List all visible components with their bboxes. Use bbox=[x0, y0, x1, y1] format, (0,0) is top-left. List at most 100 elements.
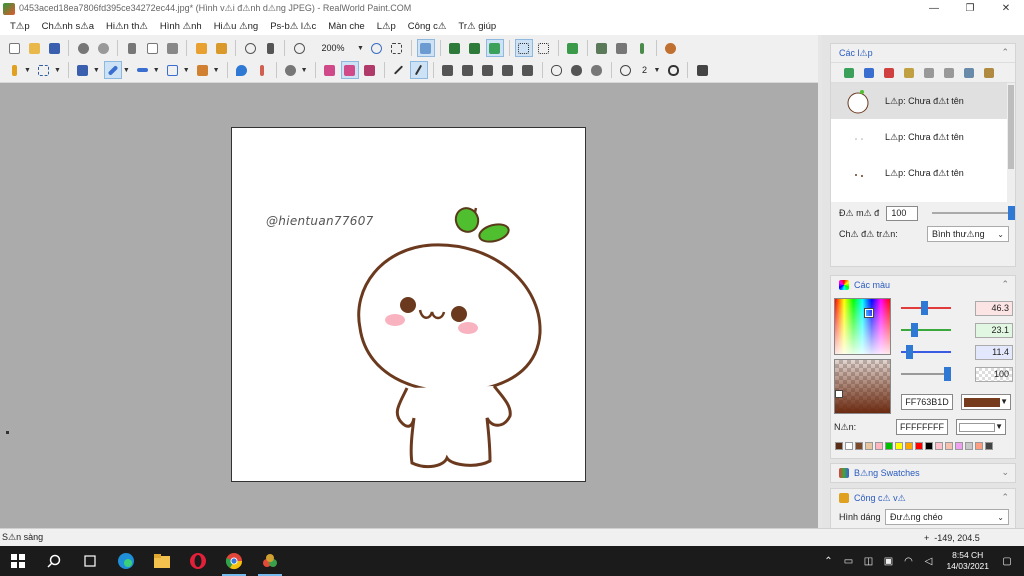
palette-swatch[interactable] bbox=[985, 442, 993, 450]
line-diagonal-icon[interactable] bbox=[390, 61, 408, 79]
volume-icon[interactable]: ◁ bbox=[921, 556, 935, 567]
chevron-up-icon[interactable]: ⌃ bbox=[821, 556, 835, 567]
fill-square-2-icon[interactable] bbox=[459, 61, 477, 79]
chevron-down-icon[interactable]: ▼ bbox=[24, 67, 31, 74]
cut-icon[interactable] bbox=[123, 39, 141, 57]
palette-swatch[interactable] bbox=[925, 442, 933, 450]
windows-start-icon[interactable] bbox=[0, 546, 36, 576]
save-icon[interactable] bbox=[45, 39, 63, 57]
polygon-tool-icon[interactable] bbox=[164, 61, 182, 79]
zoom-out-icon[interactable] bbox=[290, 39, 308, 57]
collapse-icon[interactable]: ⌃ bbox=[1001, 47, 1009, 58]
selection-marquee-icon[interactable] bbox=[535, 39, 553, 57]
channel-value[interactable]: 100 bbox=[975, 366, 1013, 382]
shape-filled-outline-icon[interactable] bbox=[588, 61, 606, 79]
menu-help[interactable]: Tr⚠ giúp bbox=[452, 21, 502, 32]
chevron-down-icon[interactable]: ▼ bbox=[93, 67, 100, 74]
line-straight-icon[interactable] bbox=[409, 61, 428, 79]
new-file-icon[interactable] bbox=[5, 39, 23, 57]
chrome-browser-icon[interactable] bbox=[216, 546, 252, 576]
opacity-slider[interactable] bbox=[932, 206, 1015, 220]
shape-outline-icon[interactable] bbox=[548, 61, 566, 79]
color-picker-field[interactable] bbox=[834, 298, 891, 355]
layer-move-up-icon[interactable] bbox=[960, 64, 978, 82]
palette-swatch[interactable] bbox=[845, 442, 853, 450]
channel-value[interactable]: 23.1 bbox=[975, 322, 1013, 338]
palette-swatch[interactable] bbox=[895, 442, 903, 450]
channel-slider[interactable] bbox=[901, 367, 951, 381]
image-canvas[interactable]: @hientuan77607 bbox=[231, 127, 586, 482]
zoom-value[interactable]: 200% bbox=[309, 40, 357, 56]
layers-toggle-icon[interactable] bbox=[416, 39, 435, 57]
menu-effects[interactable]: Hi⚠u ⚠ng bbox=[208, 21, 265, 32]
palette-swatch[interactable] bbox=[905, 442, 913, 450]
clock[interactable]: 8:54 CH 14/03/2021 bbox=[946, 550, 989, 572]
menu-layer[interactable]: L⚠p bbox=[371, 21, 402, 32]
selection-handles-icon[interactable] bbox=[514, 39, 533, 57]
chevron-down-icon[interactable]: ▼ bbox=[183, 67, 190, 74]
zoom-in-icon[interactable] bbox=[368, 39, 386, 57]
menu-tools[interactable]: Công c⚠ bbox=[402, 21, 453, 32]
realworld-paint-icon[interactable] bbox=[252, 546, 288, 576]
primary-color-select[interactable]: ▼ bbox=[961, 394, 1011, 410]
layer-move-down-icon[interactable] bbox=[980, 64, 998, 82]
add-layer-icon[interactable] bbox=[840, 64, 858, 82]
secondary-color-select[interactable]: ▼ bbox=[956, 419, 1006, 435]
pencil-tool-icon[interactable] bbox=[103, 61, 122, 79]
delete-layer-icon[interactable] bbox=[880, 64, 898, 82]
hex-input[interactable]: FF763B1D bbox=[901, 394, 953, 410]
fit-screen-icon[interactable] bbox=[388, 39, 406, 57]
close-icon[interactable]: ✕ bbox=[988, 0, 1024, 17]
mode-replace-icon[interactable] bbox=[321, 61, 339, 79]
channel-slider[interactable] bbox=[901, 301, 951, 315]
blend-mode-select[interactable]: Bình thư⚠ng ⌄ bbox=[927, 226, 1009, 242]
layer-item[interactable]: L⚠p: Chưa đ⚠t tên bbox=[831, 155, 1015, 191]
palette-swatch[interactable] bbox=[865, 442, 873, 450]
palette-swatch[interactable] bbox=[875, 442, 883, 450]
network-icon[interactable]: ◫ bbox=[861, 556, 875, 567]
duplicate-layer-icon[interactable] bbox=[920, 64, 938, 82]
fill-bucket-icon[interactable] bbox=[194, 61, 212, 79]
swatches-panel-header[interactable]: B⚠ng Swatches ⌄ bbox=[831, 464, 1015, 482]
magic-wand-icon[interactable] bbox=[5, 61, 23, 79]
smudge-icon[interactable] bbox=[253, 61, 271, 79]
layer-item[interactable]: L⚠p: Chưa đ⚠t tên bbox=[831, 83, 1015, 119]
open-folder-icon[interactable] bbox=[25, 39, 43, 57]
draw-tool-panel-header[interactable]: Công c⚠ v⚠ ⌃ bbox=[831, 489, 1015, 507]
select-pointer-icon[interactable] bbox=[261, 39, 279, 57]
stamp-icon[interactable] bbox=[613, 39, 631, 57]
palette-swatch[interactable] bbox=[855, 442, 863, 450]
palette-swatch[interactable] bbox=[975, 442, 983, 450]
redo-icon[interactable] bbox=[94, 39, 112, 57]
rect-select-icon[interactable] bbox=[35, 61, 53, 79]
eyedropper-icon[interactable] bbox=[633, 39, 651, 57]
menu-file[interactable]: T⚠p bbox=[4, 21, 36, 32]
edge-browser-icon[interactable] bbox=[108, 546, 144, 576]
crop-icon[interactable] bbox=[212, 39, 230, 57]
colors-panel-header[interactable]: Các màu ⌃ bbox=[831, 276, 1015, 294]
layer-settings-icon[interactable] bbox=[900, 64, 918, 82]
search-icon[interactable] bbox=[36, 546, 72, 576]
minimize-icon[interactable]: — bbox=[916, 0, 952, 17]
undo-icon[interactable] bbox=[74, 39, 92, 57]
chevron-down-icon[interactable]: ▼ bbox=[357, 45, 364, 52]
fill-square-5-icon[interactable] bbox=[519, 61, 537, 79]
display-icon[interactable]: ▣ bbox=[881, 556, 895, 567]
chevron-down-icon[interactable]: ▼ bbox=[153, 67, 160, 74]
menu-plugins[interactable]: Ps-b⚠ l⚠c bbox=[264, 21, 322, 32]
water-drop-icon[interactable] bbox=[233, 61, 251, 79]
antialias-icon[interactable] bbox=[693, 61, 711, 79]
image-view-icon[interactable] bbox=[485, 39, 504, 57]
merge-layer-icon[interactable] bbox=[940, 64, 958, 82]
channel-slider[interactable] bbox=[901, 345, 951, 359]
file-explorer-icon[interactable] bbox=[144, 546, 180, 576]
eraser-brush-icon[interactable] bbox=[593, 39, 611, 57]
duplicate-icon[interactable] bbox=[192, 39, 210, 57]
palette-swatch[interactable] bbox=[935, 442, 943, 450]
palette-swatch[interactable] bbox=[965, 442, 973, 450]
palette-swatch[interactable] bbox=[915, 442, 923, 450]
brush-stroke-icon[interactable] bbox=[134, 61, 152, 79]
opera-browser-icon[interactable] bbox=[180, 546, 216, 576]
color-preview[interactable] bbox=[834, 359, 891, 414]
layer-properties-icon[interactable] bbox=[860, 64, 878, 82]
